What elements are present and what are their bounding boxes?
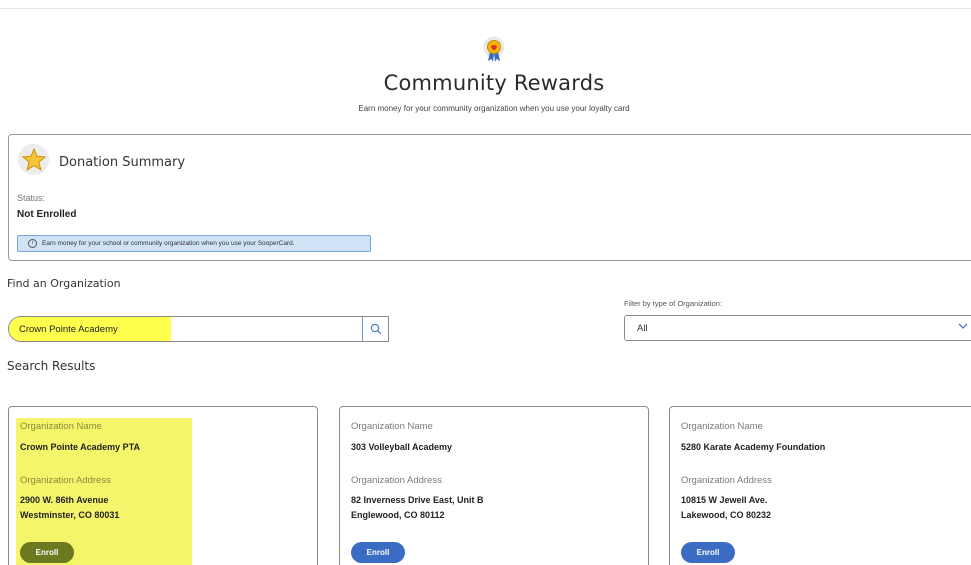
org-address-line1: 10815 W Jewell Ave. [681,495,768,505]
page-header: Community Rewards Earn money for your co… [0,36,971,113]
award-badge-icon [481,36,507,64]
page-subtitle: Earn money for your community organizati… [358,104,630,113]
org-address-label: Organization Address [20,475,111,486]
org-address-line2: Westminster, CO 80031 [20,510,120,520]
search-icon [370,323,382,335]
search-results-heading: Search Results [7,359,96,373]
top-divider [0,8,971,9]
org-name-label: Organization Name [20,421,102,432]
chevron-down-icon[interactable] [958,322,968,330]
filter-selected-value: All [637,322,648,334]
donation-summary-panel: Donation Summary Status: Not Enrolled i … [8,134,971,261]
organization-card: Organization Name Crown Pointe Academy P… [8,406,318,565]
enroll-button[interactable]: Enroll [681,542,735,563]
org-address-label: Organization Address [351,475,442,486]
info-text: Earn money for your school or community … [42,240,295,247]
search-input[interactable] [9,317,362,341]
search-button[interactable] [362,317,388,341]
status-label: Status: [17,193,46,203]
enroll-button[interactable]: Enroll [351,542,405,563]
find-organization-heading: Find an Organization [7,277,121,290]
enroll-button[interactable]: Enroll [20,542,74,563]
organization-card: Organization Name 303 Volleyball Academy… [339,406,649,565]
org-name: 303 Volleyball Academy [351,442,453,452]
info-icon: i [28,239,37,248]
search-field-group [8,316,389,342]
info-banner: i Earn money for your school or communit… [17,235,371,252]
status-value: Not Enrolled [17,209,77,220]
org-address-line1: 82 Inverness Drive East, Unit B [351,495,484,505]
org-address-line2: Englewood, CO 80112 [351,510,445,520]
org-address-label: Organization Address [681,475,772,486]
organization-card: Organization Name 5280 Karate Academy Fo… [669,406,971,565]
org-name: Crown Pointe Academy PTA [20,442,141,452]
org-name-label: Organization Name [351,421,433,432]
org-name-label: Organization Name [681,421,763,432]
org-address-line1: 2900 W. 86th Avenue [20,495,109,505]
page-title: Community Rewards [383,71,605,95]
org-address-line2: Lakewood, CO 80232 [681,510,772,520]
star-icon [18,144,49,175]
organization-type-select[interactable]: All [624,315,971,341]
org-name: 5280 Karate Academy Foundation [681,442,826,452]
summary-title: Donation Summary [59,155,186,170]
filter-label: Filter by type of Organization: [624,299,722,308]
